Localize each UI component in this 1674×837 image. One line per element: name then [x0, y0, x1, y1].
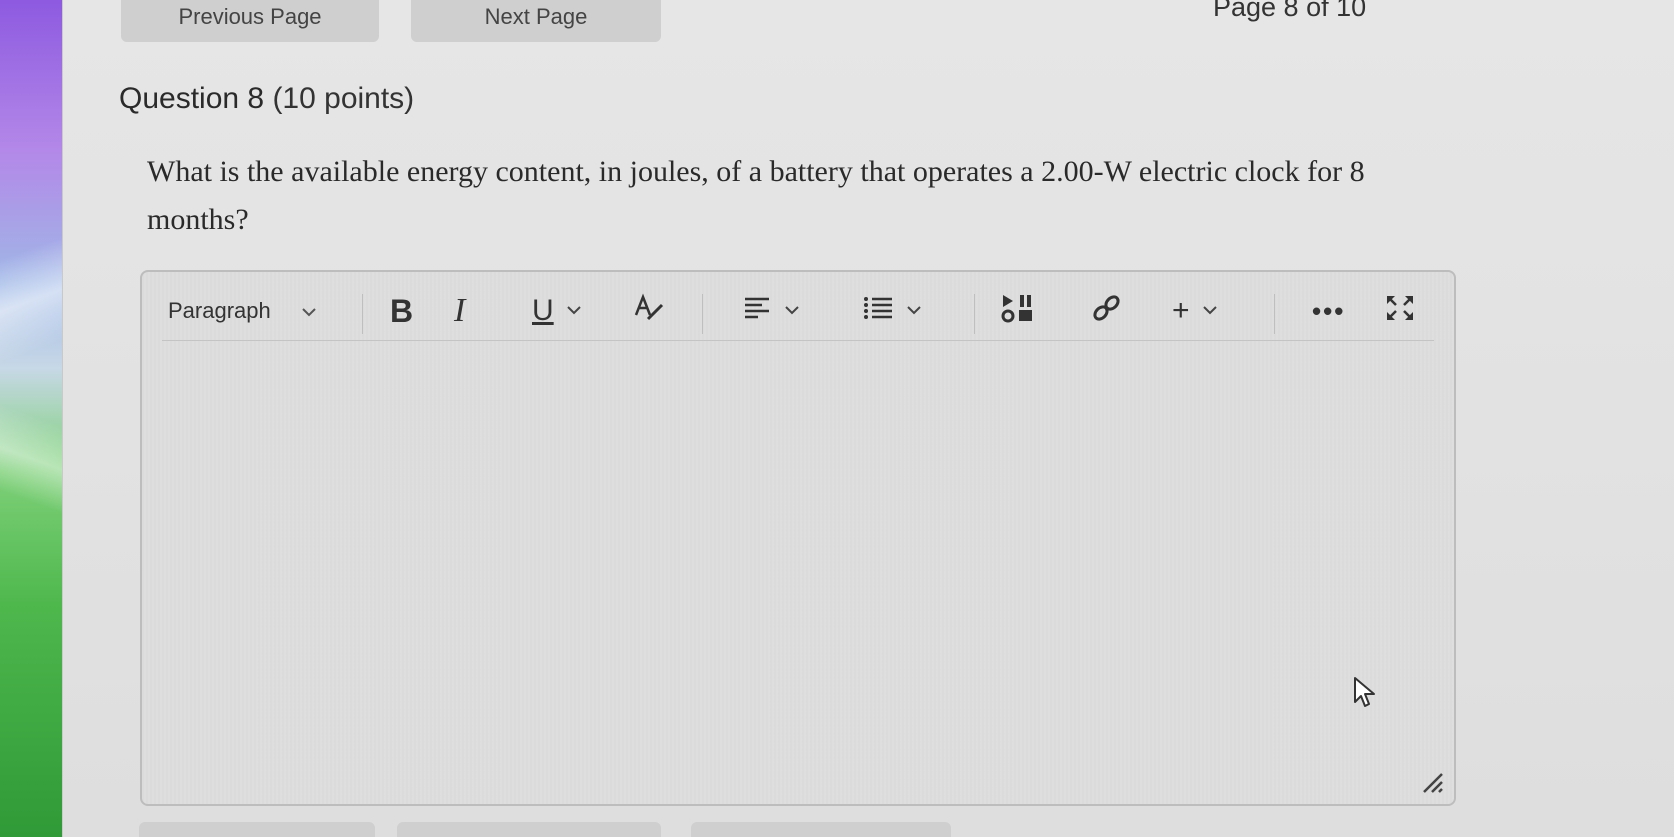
align-icon [742, 295, 772, 328]
chevron-down-icon [1202, 302, 1218, 320]
insert-link-button[interactable] [1090, 286, 1124, 336]
editor-toolbar: Paragraph B I U + ••• [162, 286, 1434, 341]
fullscreen-button[interactable] [1384, 286, 1416, 336]
toolbar-divider [362, 294, 363, 334]
insert-menu-button[interactable]: + [1172, 286, 1218, 336]
block-format-label: Paragraph [168, 298, 271, 323]
media-icon [1000, 293, 1034, 330]
bottom-button[interactable] [139, 822, 375, 837]
chevron-down-icon [906, 302, 922, 320]
page-counter: Page 8 of 10 [1213, 0, 1367, 22]
link-icon [1090, 293, 1124, 330]
insert-media-button[interactable] [1000, 286, 1034, 336]
block-format-select[interactable]: Paragraph [168, 286, 348, 336]
mouse-pointer-icon [1353, 676, 1379, 715]
next-page-button[interactable]: Next Page [411, 0, 661, 42]
bottom-button[interactable] [397, 822, 661, 837]
list-button[interactable] [862, 286, 922, 336]
text-format-button[interactable] [632, 286, 666, 336]
bold-button[interactable]: B [390, 286, 413, 336]
underline-button[interactable]: U [532, 286, 582, 336]
answer-editor[interactable]: Paragraph B I U + ••• [140, 270, 1456, 806]
resize-grip-icon[interactable] [1420, 770, 1444, 794]
more-actions-button[interactable]: ••• [1312, 286, 1345, 336]
bold-icon: B [390, 292, 414, 329]
chevron-down-icon [784, 302, 800, 320]
toolbar-divider [1274, 294, 1275, 334]
italic-icon: I [454, 292, 466, 329]
fullscreen-icon [1384, 293, 1416, 330]
insert-icon: + [1172, 294, 1190, 327]
chevron-down-icon [566, 302, 582, 320]
italic-button[interactable]: I [454, 286, 465, 336]
chevron-down-icon [301, 301, 317, 322]
previous-page-button[interactable]: Previous Page [121, 0, 379, 42]
bottom-button[interactable] [691, 822, 951, 837]
toolbar-divider [974, 294, 975, 334]
editor-content-area[interactable] [162, 348, 1434, 768]
underline-icon: U [532, 294, 554, 327]
question-text: What is the available energy content, in… [147, 155, 1365, 236]
toolbar-divider [702, 294, 703, 334]
align-button[interactable] [742, 286, 800, 336]
more-icon: ••• [1312, 295, 1346, 326]
list-icon [862, 295, 894, 328]
question-points: (10 points) [272, 82, 415, 115]
question-heading: Question 8 (10 points) [119, 82, 414, 116]
format-icon [632, 293, 666, 330]
question-title: Question 8 [119, 82, 265, 115]
screen: Previous Page Next Page Page 8 of 10 Que… [0, 0, 1674, 837]
quiz-page: Previous Page Next Page Page 8 of 10 Que… [62, 0, 1674, 837]
